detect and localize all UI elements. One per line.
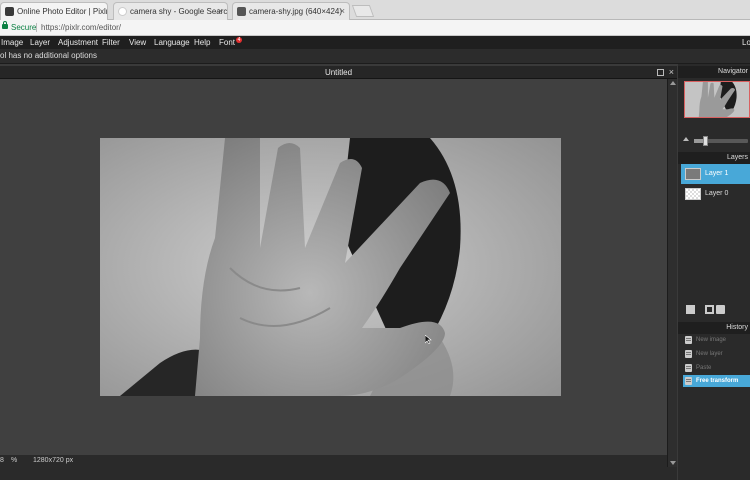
- document-statusbar: 8 % 1280x720 px: [0, 455, 667, 467]
- navigator-title[interactable]: Navigator: [678, 66, 750, 78]
- lock-icon: [2, 21, 8, 29]
- history-item-new-layer[interactable]: New layer: [683, 348, 750, 360]
- vertical-scrollbar[interactable]: [667, 79, 677, 467]
- document-window: Untitled × 8 % 1280x720 px: [0, 66, 677, 480]
- maximize-icon[interactable]: [657, 69, 664, 76]
- layer-settings-icon[interactable]: [686, 305, 695, 314]
- layers-title[interactable]: Layers: [678, 152, 750, 164]
- history-label: New layer: [696, 351, 723, 357]
- browser-tab-bar: Online Photo Editor | Pixlr Edit camera …: [0, 0, 750, 20]
- scroll-up-icon[interactable]: [670, 81, 676, 85]
- history-step-icon: [685, 336, 692, 344]
- app-menu-bar: Image Layer Adjustment Filter View Langu…: [0, 36, 750, 49]
- menu-view[interactable]: View: [129, 36, 146, 49]
- layer-label: Layer 1: [705, 170, 729, 177]
- zoom-value[interactable]: 8: [0, 455, 4, 467]
- tab-camera-shy-image[interactable]: camera-shy.jpg (640×424) ×: [232, 2, 350, 20]
- menu-font-label: Font: [219, 38, 236, 47]
- photo-layer-hand[interactable]: [100, 138, 561, 396]
- canvas-area[interactable]: [0, 79, 667, 455]
- document-titlebar[interactable]: Untitled ×: [0, 66, 677, 79]
- tool-options-text: ol has no additional options: [0, 51, 97, 60]
- document-title: Untitled: [324, 68, 353, 77]
- history-item-new-image[interactable]: New image: [683, 334, 750, 346]
- layer-row-layer-1[interactable]: Layer 1: [681, 164, 750, 184]
- zoom-slider[interactable]: [694, 136, 748, 146]
- url-divider: [36, 23, 37, 32]
- menu-adjustment[interactable]: Adjustment: [58, 36, 98, 49]
- close-document-icon[interactable]: ×: [669, 66, 674, 79]
- layer-thumbnail: [685, 188, 701, 200]
- menu-filter[interactable]: Filter: [102, 36, 120, 49]
- tab-title: camera-shy.jpg (640×424): [249, 7, 343, 16]
- new-tab-button[interactable]: [351, 5, 375, 17]
- menu-help[interactable]: Help: [194, 36, 210, 49]
- history-step-icon: [685, 364, 692, 372]
- history-item-free-transform[interactable]: Free transform: [683, 375, 750, 387]
- tab-close-icon[interactable]: ×: [218, 3, 223, 20]
- navigator-preview-image: [685, 82, 749, 117]
- zoom-out-icon[interactable]: [683, 137, 689, 141]
- history-item-paste[interactable]: Paste: [683, 362, 750, 374]
- menu-font[interactable]: Font 4: [219, 36, 243, 49]
- address-bar[interactable]: Secure https://pixlr.com/editor/: [0, 20, 750, 36]
- menu-layer[interactable]: Layer: [30, 36, 50, 49]
- menu-image[interactable]: Image: [1, 36, 23, 49]
- zoom-unit: %: [11, 457, 18, 464]
- history-title[interactable]: History: [678, 322, 750, 334]
- tool-options-bar: ol has no additional options: [0, 49, 750, 64]
- secure-label: Secure: [11, 23, 37, 32]
- url-text[interactable]: https://pixlr.com/editor/: [41, 20, 121, 35]
- history-label: Paste: [696, 365, 712, 371]
- google-favicon-icon: [118, 7, 127, 16]
- pixlr-favicon-icon: [5, 7, 14, 16]
- new-layer-icon[interactable]: [716, 305, 725, 314]
- notification-badge: 4: [236, 37, 243, 43]
- layer-label: Layer 0: [705, 190, 729, 197]
- image-dimensions: 1280x720 px: [33, 457, 74, 464]
- tab-title: Online Photo Editor | Pixlr Edit: [17, 7, 108, 16]
- zoom-slider-handle[interactable]: [702, 136, 708, 146]
- mouse-cursor-icon: [425, 335, 432, 344]
- layer-row-layer-0[interactable]: Layer 0: [681, 184, 750, 204]
- layer-thumbnail: [685, 168, 701, 180]
- history-step-icon: [685, 377, 692, 385]
- hand-photo-image: [100, 138, 561, 396]
- tab-pixlr-editor[interactable]: Online Photo Editor | Pixlr Edit: [0, 2, 108, 20]
- navigator-thumbnail[interactable]: [684, 81, 750, 118]
- image-favicon-icon: [237, 7, 246, 16]
- history-label: Free transform: [696, 378, 739, 384]
- history-step-icon: [685, 350, 692, 358]
- scroll-down-icon[interactable]: [670, 461, 676, 465]
- tab-google-search[interactable]: camera shy - Google Search ×: [113, 2, 228, 20]
- tab-close-icon[interactable]: ×: [340, 3, 345, 20]
- history-label: New image: [696, 337, 727, 343]
- right-panels: Navigator Layers Layer 1 Layer 0 History…: [678, 64, 750, 480]
- menu-login[interactable]: Lo: [742, 36, 750, 49]
- menu-language[interactable]: Language: [154, 36, 190, 49]
- layer-mask-icon[interactable]: [705, 305, 714, 314]
- tab-title: camera shy - Google Search: [130, 7, 228, 16]
